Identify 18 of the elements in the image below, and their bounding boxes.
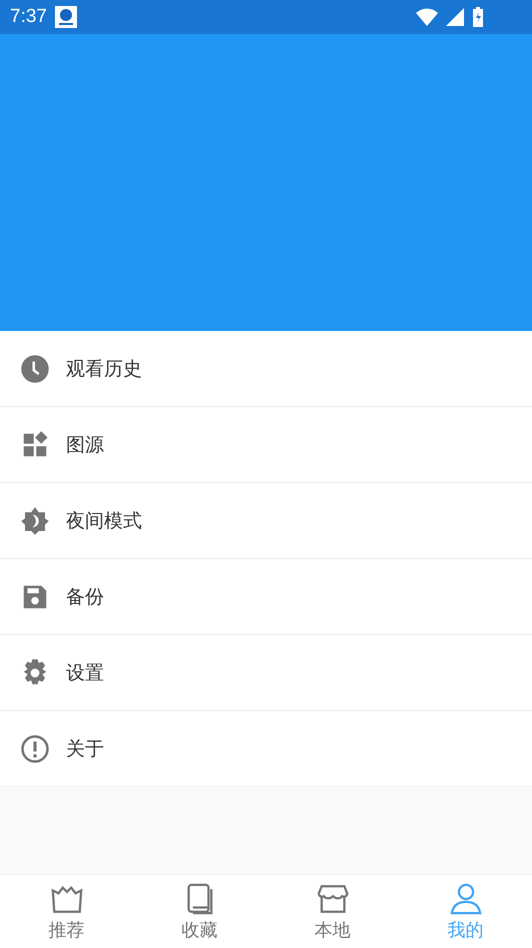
- nav-tab[interactable]: 推荐: [0, 875, 133, 948]
- menu-item[interactable]: 备份: [0, 559, 532, 635]
- alert-icon: [20, 734, 50, 764]
- menu-item[interactable]: 设置: [0, 635, 532, 711]
- menu-item[interactable]: 图源: [0, 407, 532, 483]
- nav-tab[interactable]: 本地: [266, 875, 399, 948]
- menu-item[interactable]: 关于: [0, 711, 532, 787]
- status-time: 7:37: [10, 6, 47, 28]
- wifi-icon: [416, 8, 438, 26]
- battery-icon: [472, 7, 484, 27]
- nav-tab[interactable]: 收藏: [133, 875, 266, 948]
- signal-icon: [446, 8, 464, 26]
- clock-icon: [20, 354, 50, 384]
- notification-icon: [54, 6, 77, 28]
- person-icon: [448, 882, 482, 916]
- brightness-icon: [20, 506, 50, 536]
- menu-item[interactable]: 观看历史: [0, 331, 532, 407]
- menu-item[interactable]: 夜间模式: [0, 483, 532, 559]
